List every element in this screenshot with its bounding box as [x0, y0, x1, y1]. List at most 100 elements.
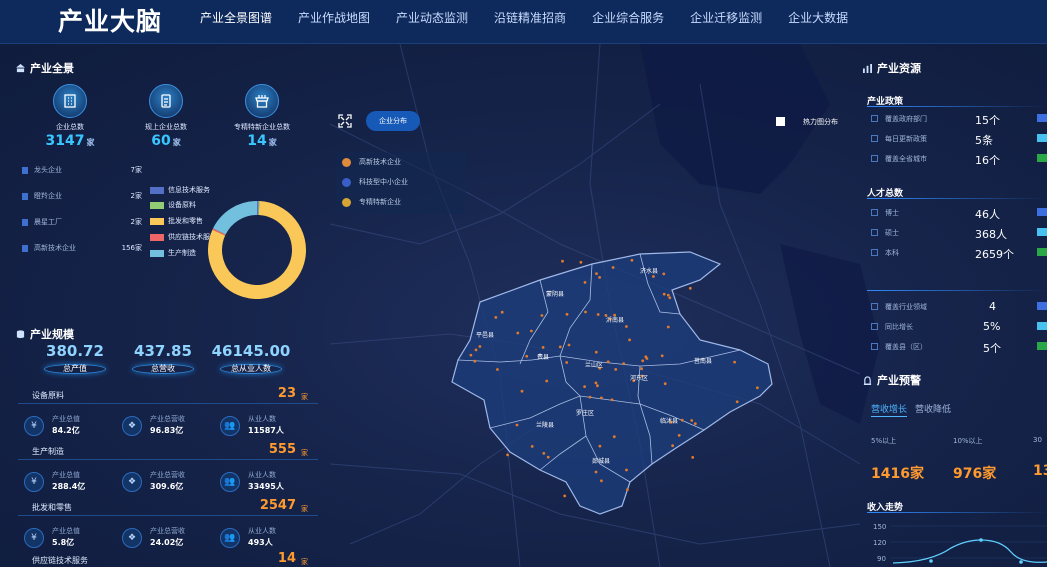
- enterprise-marker[interactable]: [583, 385, 586, 388]
- enterprise-marker[interactable]: [662, 272, 666, 276]
- enterprise-marker[interactable]: [596, 384, 599, 388]
- enterprise-marker[interactable]: [668, 296, 672, 300]
- legend-item[interactable]: 设备原料: [150, 200, 196, 210]
- county-label[interactable]: 河东区: [630, 373, 648, 382]
- heatmap-checkbox[interactable]: [776, 117, 785, 126]
- map-legend-item[interactable]: 高新技术企业: [342, 157, 401, 167]
- enterprise-marker[interactable]: [516, 331, 520, 335]
- county-label[interactable]: 临沭县: [660, 416, 678, 425]
- enterprise-marker[interactable]: [558, 345, 562, 349]
- nav-item-dynamic-monitoring[interactable]: 产业动态监测: [386, 0, 478, 36]
- enterprise-marker[interactable]: [693, 422, 697, 426]
- enterprise-marker[interactable]: [565, 361, 569, 364]
- enterprise-marker[interactable]: [666, 293, 670, 297]
- tab-revenue-growth[interactable]: 营收增长: [871, 402, 908, 417]
- enterprise-marker[interactable]: [680, 418, 684, 422]
- enterprise-marker[interactable]: [600, 396, 603, 400]
- county-label[interactable]: 兰陵县: [536, 420, 554, 429]
- enterprise-marker[interactable]: [595, 272, 598, 275]
- enterprise-marker[interactable]: [625, 325, 628, 328]
- county-label[interactable]: 沂南县: [606, 315, 624, 324]
- enterprise-marker[interactable]: [596, 313, 600, 316]
- enterprise-marker[interactable]: [628, 338, 631, 342]
- enterprise-marker[interactable]: [598, 444, 602, 448]
- legend-item[interactable]: 信息技术服务: [150, 185, 210, 195]
- enterprise-marker[interactable]: [474, 348, 478, 352]
- legend-item[interactable]: 批发和零售: [150, 216, 203, 226]
- nav-item-enterprise-services[interactable]: 企业综合服务: [582, 0, 674, 36]
- enterprise-marker[interactable]: [478, 345, 482, 348]
- county-label[interactable]: 莒南县: [694, 356, 712, 365]
- enterprise-marker[interactable]: [542, 451, 546, 455]
- enterprise-marker[interactable]: [530, 445, 534, 448]
- enterprise-marker[interactable]: [545, 379, 549, 383]
- enterprise-marker[interactable]: [594, 350, 598, 354]
- enterprise-marker[interactable]: [515, 423, 519, 427]
- county-label[interactable]: 罗庄区: [576, 408, 594, 417]
- enterprise-marker[interactable]: [541, 346, 545, 349]
- enterprise-marker[interactable]: [598, 276, 601, 279]
- enterprise-marker[interactable]: [630, 258, 634, 262]
- enterprise-marker[interactable]: [496, 368, 499, 371]
- county-label[interactable]: 兰山区: [585, 360, 603, 369]
- enterprise-marker[interactable]: [677, 434, 681, 437]
- county-label[interactable]: 平邑县: [476, 330, 494, 339]
- enterprise-marker[interactable]: [563, 494, 567, 498]
- enterprise-marker[interactable]: [500, 310, 504, 314]
- enterprise-marker[interactable]: [614, 368, 618, 371]
- industry-row[interactable]: 供应链技术服务 14 家: [18, 551, 318, 567]
- enterprise-marker[interactable]: [666, 325, 670, 329]
- enterprise-marker[interactable]: [473, 359, 477, 363]
- nav-item-migration-monitoring[interactable]: 企业迁移监测: [680, 0, 772, 36]
- enterprise-marker[interactable]: [561, 259, 564, 263]
- industry-row[interactable]: 生产制造 555 家: [18, 442, 318, 460]
- tab-revenue-decline[interactable]: 营收降低: [915, 402, 951, 417]
- donut-slice[interactable]: [212, 228, 226, 236]
- enterprise-marker[interactable]: [626, 488, 629, 491]
- enterprise-marker[interactable]: [625, 468, 628, 472]
- enterprise-marker[interactable]: [641, 359, 645, 363]
- enterprise-marker[interactable]: [588, 395, 592, 399]
- map-legend-item[interactable]: 专精特新企业: [342, 197, 401, 207]
- enterprise-marker[interactable]: [690, 419, 694, 422]
- enterprise-distribution-button[interactable]: 企业分布: [366, 111, 420, 131]
- industry-row[interactable]: 设备原料 23 家: [18, 386, 318, 404]
- enterprise-marker[interactable]: [610, 398, 614, 402]
- nav-item-precise-investment[interactable]: 沿链精准招商: [484, 0, 576, 36]
- enterprise-marker[interactable]: [565, 312, 569, 316]
- enterprise-marker[interactable]: [530, 329, 533, 333]
- nav-item-battle-map[interactable]: 产业作战地图: [288, 0, 380, 36]
- enterprise-marker[interactable]: [600, 479, 603, 483]
- county-label[interactable]: 费县: [537, 352, 549, 361]
- enterprise-marker[interactable]: [506, 453, 509, 457]
- enterprise-marker[interactable]: [756, 386, 759, 390]
- enterprise-marker[interactable]: [584, 310, 587, 314]
- enterprise-marker[interactable]: [540, 314, 544, 317]
- enterprise-marker[interactable]: [691, 456, 695, 459]
- enterprise-marker[interactable]: [520, 389, 524, 393]
- enterprise-marker[interactable]: [652, 275, 655, 278]
- enterprise-marker[interactable]: [594, 381, 598, 385]
- enterprise-marker[interactable]: [640, 367, 643, 371]
- enterprise-marker[interactable]: [546, 455, 550, 459]
- enterprise-marker[interactable]: [662, 292, 666, 296]
- enterprise-marker[interactable]: [606, 360, 610, 364]
- enterprise-marker[interactable]: [594, 470, 598, 474]
- county-label[interactable]: 蒙阴县: [546, 289, 564, 298]
- enterprise-marker[interactable]: [612, 435, 616, 439]
- nav-item-industry-panorama[interactable]: 产业全景图谱: [190, 0, 282, 36]
- industry-row[interactable]: 批发和零售 2547 家: [18, 498, 318, 516]
- enterprise-marker[interactable]: [579, 260, 583, 264]
- enterprise-marker[interactable]: [611, 266, 615, 269]
- enterprise-marker[interactable]: [735, 400, 739, 404]
- expand-icon[interactable]: [338, 114, 352, 128]
- enterprise-marker[interactable]: [494, 316, 498, 319]
- legend-item[interactable]: 生产制造: [150, 248, 196, 258]
- enterprise-marker[interactable]: [525, 354, 529, 358]
- enterprise-marker[interactable]: [567, 343, 571, 347]
- nav-item-enterprise-big-data[interactable]: 企业大数据: [778, 0, 858, 36]
- enterprise-marker[interactable]: [671, 444, 674, 448]
- donut-slice[interactable]: [213, 201, 258, 235]
- county-label[interactable]: 济水县: [640, 266, 658, 275]
- map-legend-item[interactable]: 科技型中小企业: [342, 177, 408, 187]
